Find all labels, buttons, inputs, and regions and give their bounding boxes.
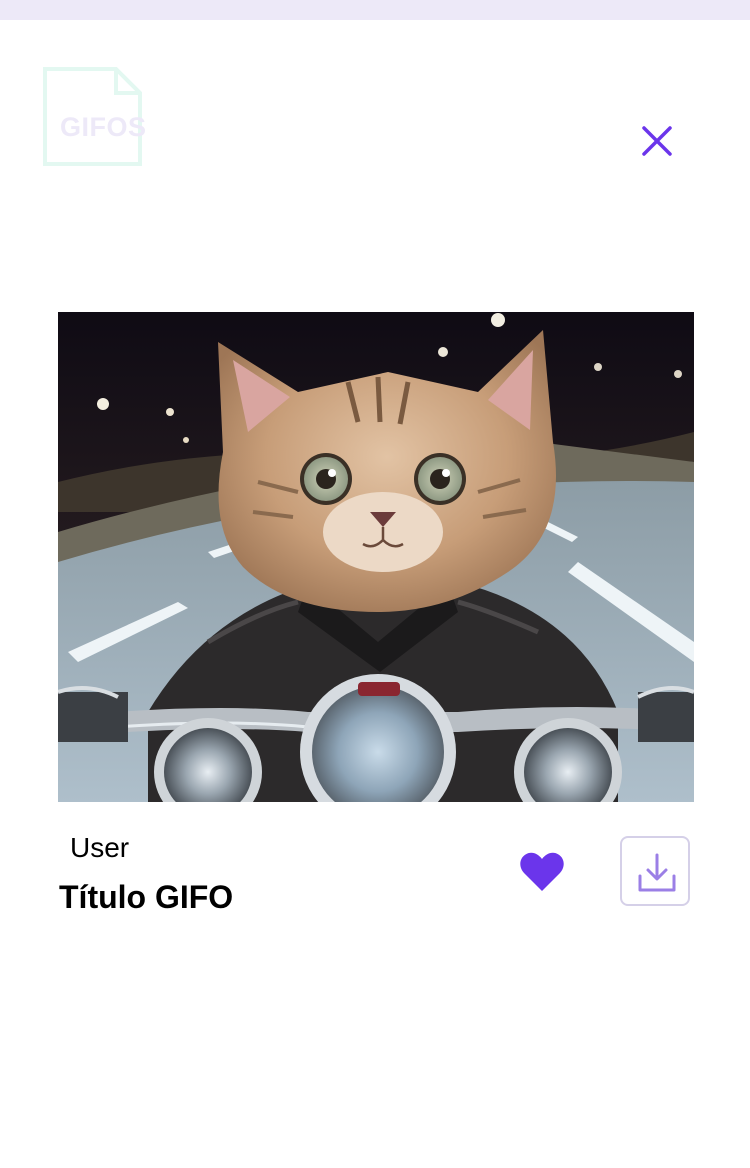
download-button[interactable] bbox=[620, 836, 690, 906]
gif-title: Título GIFO bbox=[59, 879, 234, 915]
close-button[interactable] bbox=[636, 120, 680, 164]
download-icon bbox=[638, 853, 676, 892]
top-strip bbox=[0, 0, 750, 20]
gif-detail-modal: GIFOS User Título GIFO bbox=[0, 0, 750, 1168]
logo-text: GIFOS bbox=[60, 112, 147, 142]
gif-image bbox=[58, 312, 694, 802]
cat-biker-gif bbox=[58, 312, 694, 802]
heart-icon bbox=[520, 852, 564, 891]
gifos-logo[interactable]: GIFOS bbox=[42, 66, 154, 168]
close-icon bbox=[642, 126, 672, 156]
favorite-button[interactable] bbox=[518, 850, 566, 894]
gif-user: User bbox=[70, 832, 130, 863]
